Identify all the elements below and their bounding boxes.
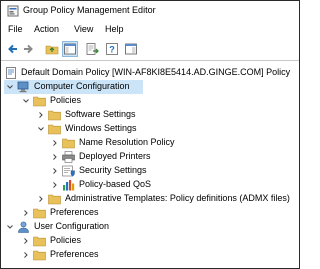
- folder-icon: [48, 193, 61, 205]
- tree-label-computer-configuration: Computer Configuration: [34, 81, 130, 91]
- chevron-right-icon[interactable]: [22, 206, 30, 220]
- menu-action[interactable]: Action: [34, 24, 59, 34]
- folder-icon: [48, 109, 61, 121]
- app-window: Group Policy Management Editor File Acti…: [0, 0, 300, 269]
- computer-icon: [17, 81, 30, 93]
- tree-node-deployed-printers[interactable]: Deployed Printers: [51, 150, 171, 164]
- chevron-right-icon[interactable]: [37, 108, 45, 122]
- bar-chart-icon: [62, 179, 75, 191]
- properties-pane-icon[interactable]: [124, 42, 138, 56]
- chevron-right-icon[interactable]: [22, 248, 30, 262]
- tree-label-user-preferences: Preferences: [50, 249, 99, 259]
- tree-node-root[interactable]: Default Domain Policy [WIN-AF8KI8E5414.A…: [5, 66, 297, 80]
- tree-node-administrative-templates[interactable]: Administrative Templates: Policy definit…: [37, 192, 297, 206]
- folder-icon: [33, 235, 46, 247]
- folder-icon: [48, 123, 61, 135]
- user-icon: [17, 221, 30, 233]
- tree-label-user-policies: Policies: [50, 235, 82, 245]
- tree-label-policy-based-qos: Policy-based QoS: [79, 179, 152, 189]
- policy-document-icon: [5, 67, 18, 79]
- tree-label-deployed-printers: Deployed Printers: [79, 151, 151, 161]
- tree-label-preferences: Preferences: [50, 207, 99, 217]
- help-icon[interactable]: ?: [105, 42, 119, 56]
- gpo-editor-icon: [7, 5, 19, 17]
- menu-file[interactable]: File: [8, 24, 23, 34]
- menu-help[interactable]: Help: [105, 24, 124, 34]
- tree-label-policies: Policies: [50, 95, 82, 105]
- tree-node-computer-configuration[interactable]: Computer Configuration: [4, 80, 143, 94]
- chevron-right-icon[interactable]: [22, 234, 30, 248]
- tree-node-preferences[interactable]: Preferences: [22, 206, 112, 220]
- chevron-down-icon[interactable]: [6, 80, 14, 94]
- tree-label-software-settings: Software Settings: [65, 109, 136, 119]
- policy-tree: Default Domain Policy [WIN-AF8KI8E5414.A…: [1, 63, 299, 268]
- chevron-right-icon[interactable]: [51, 178, 59, 192]
- chevron-down-icon[interactable]: [37, 122, 45, 136]
- up-folder-icon[interactable]: [45, 42, 59, 56]
- tree-label-security-settings: Security Settings: [79, 165, 147, 175]
- tree-label-user-configuration: User Configuration: [34, 221, 110, 231]
- tree-node-windows-settings[interactable]: Windows Settings: [37, 122, 147, 136]
- printer-icon: [62, 151, 75, 163]
- chevron-down-icon[interactable]: [22, 94, 30, 108]
- tree-node-security-settings[interactable]: Security Settings: [51, 164, 171, 178]
- tree-node-software-settings[interactable]: Software Settings: [37, 108, 147, 122]
- security-settings-icon: [62, 165, 75, 177]
- tree-node-user-policies[interactable]: Policies: [22, 234, 102, 248]
- chevron-right-icon[interactable]: [51, 164, 59, 178]
- folder-icon: [33, 249, 46, 261]
- tree-label-windows-settings: Windows Settings: [65, 123, 137, 133]
- tree-label-administrative-templates: Administrative Templates: Policy definit…: [65, 193, 290, 203]
- tree-label-root: Default Domain Policy [WIN-AF8KI8E5414.A…: [21, 67, 291, 77]
- window-title: Group Policy Management Editor: [23, 5, 156, 15]
- show-hide-tree-icon[interactable]: [62, 41, 78, 57]
- export-list-icon[interactable]: [85, 42, 99, 56]
- folder-icon: [33, 207, 46, 219]
- folder-icon: [33, 95, 46, 107]
- tree-node-policy-based-qos[interactable]: Policy-based QoS: [51, 178, 171, 192]
- tree-node-user-preferences[interactable]: Preferences: [22, 248, 112, 262]
- toolbar-divider: [1, 60, 299, 61]
- menu-bar: File Action View Help: [1, 21, 299, 39]
- svg-text:?: ?: [109, 45, 115, 55]
- toolbar: ?: [1, 40, 299, 58]
- chevron-right-icon[interactable]: [37, 192, 45, 206]
- forward-arrow-icon[interactable]: [21, 42, 35, 56]
- tree-label-name-resolution-policy: Name Resolution Policy: [79, 137, 175, 147]
- menu-view[interactable]: View: [74, 24, 93, 34]
- folder-icon: [62, 137, 75, 149]
- tree-node-policies[interactable]: Policies: [22, 94, 102, 108]
- tree-node-name-resolution-policy[interactable]: Name Resolution Policy: [51, 136, 186, 150]
- title-bar: Group Policy Management Editor: [1, 1, 299, 21]
- chevron-down-icon[interactable]: [6, 220, 14, 234]
- back-arrow-icon[interactable]: [6, 42, 20, 56]
- tree-node-user-configuration[interactable]: User Configuration: [4, 220, 114, 234]
- chevron-right-icon[interactable]: [51, 150, 59, 164]
- chevron-right-icon[interactable]: [51, 136, 59, 150]
